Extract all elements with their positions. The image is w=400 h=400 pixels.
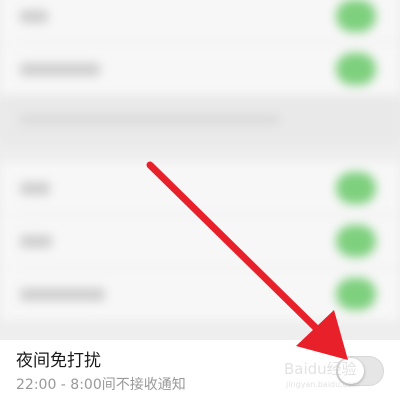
- settings-row[interactable]: [0, 162, 400, 214]
- night-do-not-disturb-row[interactable]: 夜间免打扰 22:00 - 8:00间不接收通知: [0, 340, 400, 400]
- dnd-title: 夜间免打扰: [16, 351, 101, 371]
- blurred-settings-list: [0, 0, 400, 340]
- settings-row[interactable]: [0, 215, 400, 267]
- toggle-switch[interactable]: [336, 225, 376, 257]
- toggle-switch[interactable]: [336, 53, 376, 85]
- settings-screen: 夜间免打扰 22:00 - 8:00间不接收通知 Baidu经验 jingyan…: [0, 0, 400, 400]
- dnd-toggle-switch[interactable]: [336, 356, 384, 386]
- toggle-switch[interactable]: [336, 172, 376, 204]
- settings-row[interactable]: [0, 0, 400, 42]
- toggle-switch[interactable]: [336, 0, 376, 32]
- toggle-switch[interactable]: [336, 278, 376, 310]
- settings-row[interactable]: [0, 43, 400, 95]
- section-description: [0, 95, 400, 145]
- dnd-subtitle: 22:00 - 8:00间不接收通知: [16, 377, 186, 393]
- toggle-knob: [338, 358, 364, 384]
- settings-row[interactable]: [0, 268, 400, 320]
